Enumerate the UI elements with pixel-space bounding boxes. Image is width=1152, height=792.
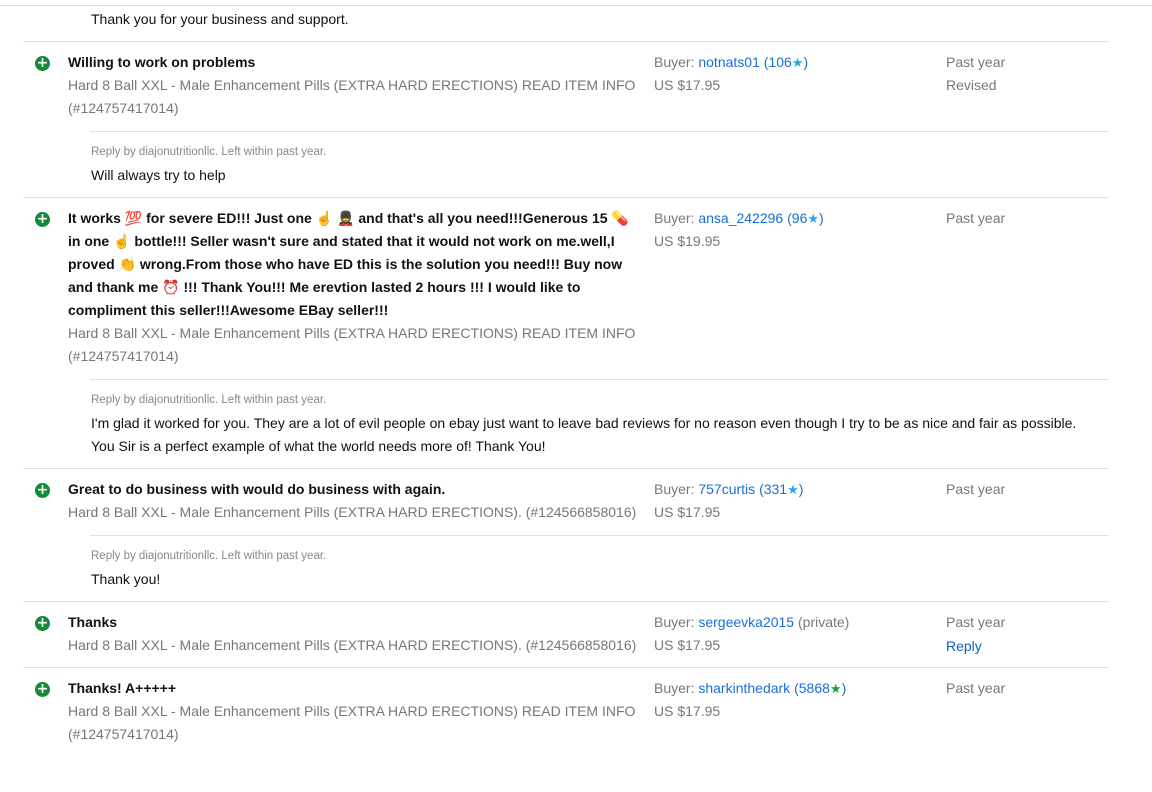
star-icon: ★ (829, 681, 842, 696)
item-number: (#124757417014) (68, 726, 179, 742)
comment-line: It works 💯 for severe ED!!! Just one ☝ 💂… (68, 210, 629, 226)
item-title-link[interactable]: Hard 8 Ball XXL - Male Enhancement Pills… (68, 634, 636, 657)
buyer-name-link[interactable]: ansa_242296 (698, 210, 783, 226)
divider (23, 667, 1109, 668)
item-number: (#124757417014) (68, 348, 179, 364)
item-number: (#124757417014) (68, 100, 179, 116)
feedback-time: Past year (946, 614, 1006, 630)
item-price: US $17.95 (654, 504, 721, 520)
reply-meta: Reply by diajonutritionllc. Left within … (91, 550, 327, 562)
feedback-time: Past year (946, 481, 1006, 497)
item-price: US $17.95 (654, 637, 721, 653)
item-title-link[interactable]: Hard 8 Ball XXL - Male Enhancement Pills… (68, 74, 635, 97)
comment-line: in one ☝ bottle!!! Seller wasn't sure an… (68, 233, 615, 249)
buyer-label: Buyer: (654, 481, 695, 497)
revised-status: Revised (946, 77, 997, 93)
buyer-label: Buyer: (654, 680, 695, 696)
feedback-comment: Willing to work on problems (68, 54, 256, 70)
feedback-comment: Thanks (68, 614, 118, 630)
feedback-comment: Great to do business with would do busin… (68, 481, 446, 497)
feedback-time: Past year (946, 680, 1006, 696)
buyer-name-link[interactable]: notnats01 (698, 54, 760, 70)
feedback-time: Past year (946, 54, 1006, 70)
comment-line: and thank me ⏰ !!! Thank You!!! Me erevt… (68, 279, 581, 295)
buyer-label: Buyer: (654, 210, 695, 226)
reply-link[interactable]: Reply (946, 635, 982, 658)
item-price: US $17.95 (654, 703, 721, 719)
buyer-info: Buyer: ansa_242296 (96★) (654, 207, 824, 230)
positive-plus-icon: + (35, 681, 50, 697)
comment-line: proved 👏 wrong.From those who have ED th… (68, 256, 623, 272)
comment-line: compliment this seller!!!Awesome EBay se… (68, 302, 389, 318)
item-title-link[interactable]: Hard 8 Ball XXL - Male Enhancement Pills… (68, 501, 636, 524)
feedback-time: Past year (946, 210, 1006, 226)
reply-text: I'm glad it worked for you. They are a l… (91, 415, 1077, 431)
reply-divider (90, 535, 1109, 536)
divider (23, 197, 1109, 198)
reply-text: Thank you! (91, 571, 161, 587)
star-icon: ★ (787, 482, 799, 497)
buyer-name-link[interactable]: 757curtis (698, 481, 755, 497)
positive-plus-icon: + (35, 615, 50, 631)
buyer-score[interactable]: (331★) (759, 481, 803, 497)
star-icon: ★ (807, 211, 820, 226)
buyer-label: Buyer: (654, 54, 695, 70)
buyer-info: Buyer: notnats01 (106★) (654, 51, 808, 74)
feedback-comment: It works 💯 for severe ED!!! Just one ☝ 💂… (68, 207, 648, 322)
item-price: US $19.95 (654, 233, 721, 249)
buyer-label: Buyer: (654, 614, 695, 630)
buyer-score[interactable]: (106★) (764, 54, 808, 70)
top-divider (0, 5, 1152, 6)
buyer-private: (private) (798, 614, 850, 630)
star-icon: ★ (791, 55, 804, 70)
reply-divider (90, 379, 1109, 380)
reply-meta: Reply by diajonutritionllc. Left within … (91, 394, 327, 406)
divider (23, 468, 1109, 469)
buyer-info: Buyer: sergeevka2015 (private) (654, 611, 849, 634)
item-price: US $17.95 (654, 77, 721, 93)
divider (23, 41, 1109, 42)
reply-text: Will always try to help (91, 167, 226, 183)
feedback-comment: Thanks! A+++++ (68, 680, 177, 696)
buyer-score[interactable]: (96★) (787, 210, 824, 226)
reply-text: You Sir is a perfect example of what the… (91, 438, 546, 454)
item-title-link[interactable]: Hard 8 Ball XXL - Male Enhancement Pills… (68, 700, 635, 723)
reply-text: Thank you for your business and support. (91, 11, 349, 27)
positive-plus-icon: + (35, 211, 50, 227)
reply-divider (90, 131, 1109, 132)
buyer-info: Buyer: 757curtis (331★) (654, 478, 803, 501)
buyer-info: Buyer: sharkinthedark (5868★) (654, 677, 846, 700)
positive-plus-icon: + (35, 55, 50, 71)
buyer-score[interactable]: (5868★) (794, 680, 846, 696)
buyer-name-link[interactable]: sharkinthedark (698, 680, 790, 696)
positive-plus-icon: + (35, 482, 50, 498)
buyer-name-link[interactable]: sergeevka2015 (698, 614, 794, 630)
divider (23, 601, 1109, 602)
reply-meta: Reply by diajonutritionllc. Left within … (91, 146, 327, 158)
item-title-link[interactable]: Hard 8 Ball XXL - Male Enhancement Pills… (68, 322, 635, 345)
